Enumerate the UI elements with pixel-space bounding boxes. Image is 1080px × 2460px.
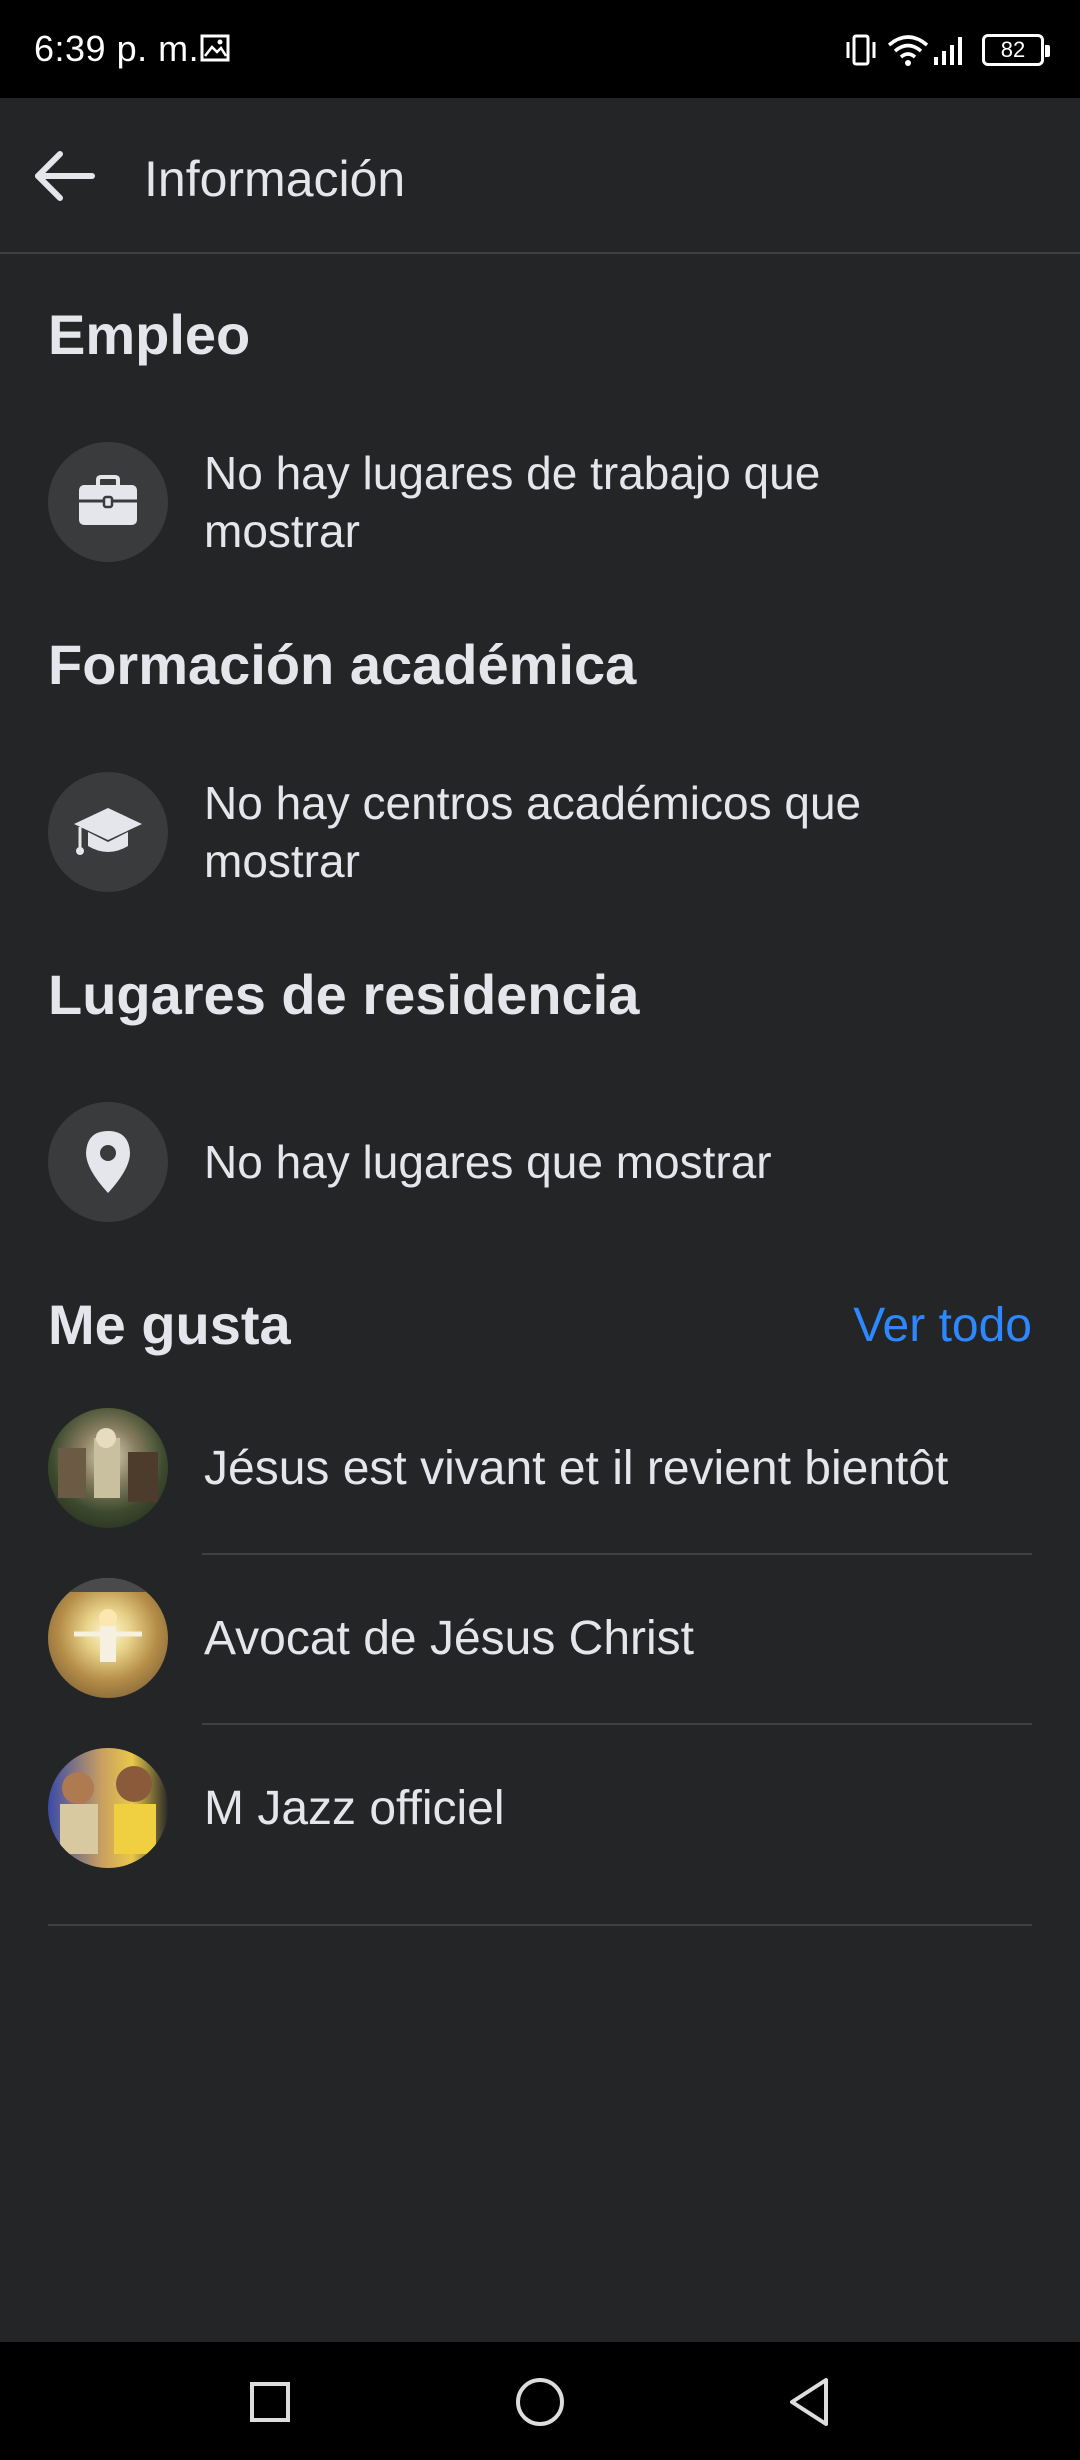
places-empty-text: No hay lugares que mostrar [204, 1136, 772, 1188]
section-title-likes: Me gusta [48, 1293, 291, 1356]
home-button[interactable] [508, 2370, 572, 2434]
back-nav-button[interactable] [778, 2370, 842, 2434]
section-title-employment: Empleo [48, 303, 251, 366]
status-bar: 6:39 p. m. 82 [0, 0, 1080, 98]
image-icon [200, 34, 230, 62]
app-bar: Información [0, 98, 1080, 254]
employment-row: No hay lugares de trabajo que mostrar [48, 440, 1048, 564]
avatar-artwork [48, 1578, 168, 1662]
status-icons: 82 [844, 30, 1050, 70]
section-title-places: Lugares de residencia [48, 963, 640, 1026]
places-row: No hay lugares que mostrar [48, 1100, 1048, 1224]
wifi-icon [887, 35, 929, 66]
like-item-name: M Jazz officiel [204, 1781, 505, 1835]
recents-square-icon [250, 2382, 290, 2422]
location-pin-icon [86, 1131, 130, 1193]
system-nav-bar [0, 2342, 1080, 2460]
like-item-2[interactable]: Avocat de Jésus Christ [48, 1553, 1032, 1723]
see-all-likes-link[interactable]: Ver todo [853, 1298, 1032, 1353]
about-page: Información Empleo No hay lugares de tra… [0, 98, 1080, 2342]
section-divider [48, 1924, 1032, 1926]
back-button[interactable] [32, 144, 112, 208]
graduation-cap-icon [74, 808, 142, 855]
home-circle-icon [516, 2378, 564, 2426]
back-triangle-icon [790, 2378, 828, 2426]
recents-button[interactable] [238, 2370, 302, 2434]
arrow-left-icon [35, 151, 95, 201]
education-empty-text: No hay centros académicos que mostrar [204, 777, 862, 887]
page-avatar [48, 1408, 168, 1528]
employment-icon-circle [48, 442, 168, 562]
avatar-artwork [58, 1428, 158, 1502]
section-title-education: Formación académica [48, 633, 637, 696]
battery-level: 82 [1000, 37, 1026, 62]
signal-icon [934, 37, 962, 65]
like-item-1[interactable]: Jésus est vivant et il revient bientôt [48, 1383, 1032, 1553]
places-icon-circle [48, 1102, 168, 1222]
education-icon-circle [48, 772, 168, 892]
like-item-name: Avocat de Jésus Christ [204, 1611, 695, 1665]
employment-empty-text: No hay lugares de trabajo que mostrar [204, 447, 821, 557]
avatar-artwork [60, 1766, 156, 1854]
page-avatar [48, 1748, 168, 1868]
briefcase-icon [79, 475, 137, 525]
education-row: No hay centros académicos que mostrar [48, 770, 1048, 894]
battery-icon: 82 [982, 34, 1050, 66]
page-title: Información [144, 151, 406, 207]
vibrate-icon [846, 34, 876, 66]
like-item-name: Jésus est vivant et il revient bientôt [204, 1441, 949, 1495]
status-time: 6:39 p. m. [34, 28, 200, 69]
like-item-3[interactable]: M Jazz officiel [48, 1723, 1032, 1893]
page-avatar [48, 1578, 168, 1698]
